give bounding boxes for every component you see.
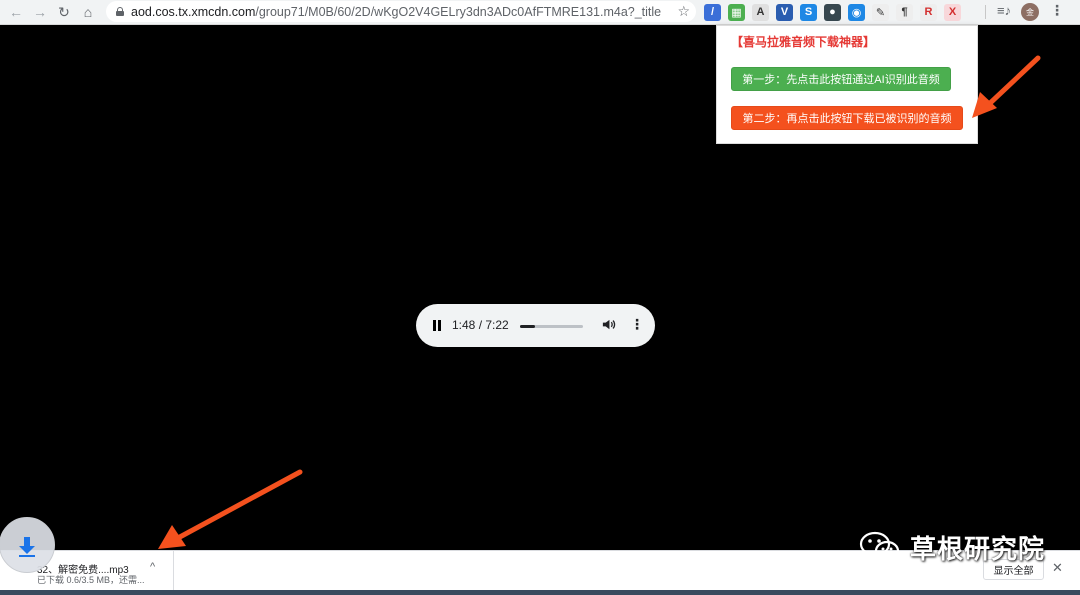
download-status: 已下载 0.6/3.5 MB，还需... xyxy=(37,575,145,585)
close-shelf-icon[interactable]: ✕ xyxy=(1052,560,1063,576)
desktop-strip xyxy=(0,590,1080,595)
top-annotation-arrow xyxy=(972,55,1041,118)
chevron-up-icon[interactable]: ^ xyxy=(150,561,155,573)
browser-window: ← → ↻ ⌂ aod.cos.tx.xmcdn.com/group71/M0B… xyxy=(0,0,1080,595)
wechat-watermark: 草根研究院 xyxy=(858,528,1045,566)
wechat-icon xyxy=(859,531,900,562)
bottom-annotation-arrow xyxy=(158,469,303,549)
download-arrow-icon xyxy=(19,537,35,557)
annotation-arrows xyxy=(158,55,1041,549)
download-progress-icon xyxy=(0,517,55,573)
watermark-text: 草根研究院 xyxy=(910,533,1046,564)
